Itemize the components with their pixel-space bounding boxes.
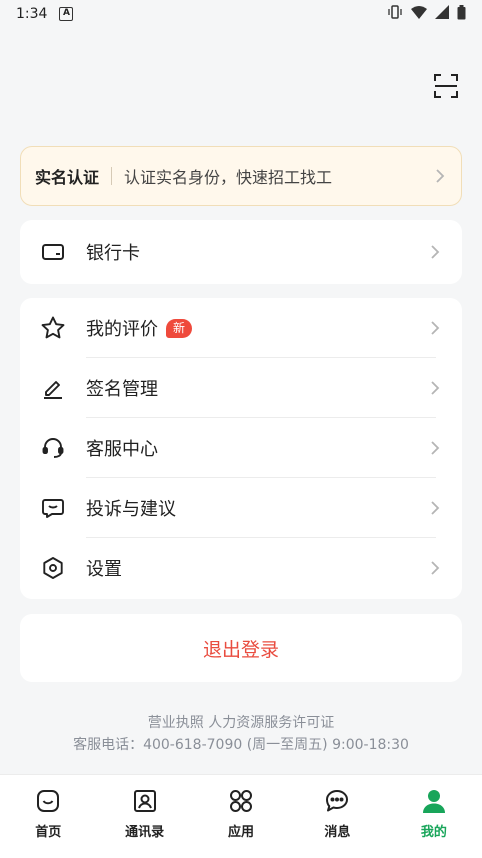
menu-item-label: 投诉与建议: [86, 499, 176, 520]
headset-icon: [40, 435, 66, 461]
menu-list: 我的评价 新 签名管理 客服中心 投诉与建议 设置: [20, 298, 462, 599]
chevron-right-icon: [428, 245, 442, 259]
tab-apps[interactable]: 应用: [193, 775, 289, 858]
vibrate-icon: [387, 5, 403, 23]
settings-hexagon-icon: [40, 555, 66, 581]
verify-description: 认证实名身份，快速招工找工: [124, 168, 333, 187]
new-badge: 新: [166, 318, 193, 338]
tab-contacts[interactable]: 通讯录: [96, 775, 192, 858]
menu-item-bank-card[interactable]: 银行卡: [20, 220, 462, 284]
contacts-icon: [131, 787, 159, 815]
tab-label: 消息: [324, 825, 351, 840]
chevron-right-icon: [428, 561, 442, 575]
status-time: 1:34: [16, 6, 48, 22]
wifi-icon: [411, 5, 427, 23]
tab-label: 首页: [35, 825, 62, 840]
menu-item-label: 我的评价: [86, 319, 158, 340]
battery-icon: [457, 4, 466, 24]
bottom-tab-bar: 首页 通讯录 应用 消息 我的: [0, 774, 482, 858]
wallet-icon: [40, 239, 66, 265]
scan-icon: [434, 74, 458, 98]
tab-label: 应用: [228, 825, 255, 840]
menu-item-label: 客服中心: [86, 439, 158, 460]
chevron-right-icon: [428, 501, 442, 515]
bank-card-section: 银行卡: [20, 220, 462, 284]
service-phone: 客服电话：400-618-7090 (周一至周五) 9:00-18:30: [73, 737, 409, 753]
tab-me[interactable]: 我的: [386, 775, 482, 858]
chevron-right-icon: [428, 441, 442, 455]
signal-icon: [435, 5, 449, 23]
logout-label: 退出登录: [202, 638, 279, 661]
tab-messages[interactable]: 消息: [289, 775, 385, 858]
menu-item-complaint[interactable]: 投诉与建议: [20, 478, 462, 538]
logout-button[interactable]: 退出登录: [20, 614, 462, 682]
menu-item-label: 设置: [86, 559, 122, 580]
chevron-right-icon: [428, 321, 442, 335]
menu-item-label: 银行卡: [86, 243, 140, 264]
star-icon: [40, 315, 66, 341]
apps-icon: [227, 787, 255, 815]
user-icon: [420, 787, 448, 815]
home-icon: [34, 787, 62, 815]
tab-label: 通讯录: [125, 825, 165, 840]
menu-item-label: 签名管理: [86, 379, 158, 400]
tab-home[interactable]: 首页: [0, 775, 96, 858]
chevron-right-icon: [433, 169, 447, 183]
menu-item-signature[interactable]: 签名管理: [20, 358, 462, 418]
menu-item-customer-service[interactable]: 客服中心: [20, 418, 462, 478]
verify-title: 实名认证: [35, 168, 100, 187]
verify-card[interactable]: 实名认证 认证实名身份，快速招工找工: [20, 146, 462, 206]
feedback-icon: [40, 495, 66, 521]
menu-item-settings[interactable]: 设置: [20, 538, 462, 598]
notification-icon: A: [59, 7, 74, 21]
scan-button[interactable]: [430, 70, 462, 102]
chevron-right-icon: [428, 381, 442, 395]
menu-item-reviews[interactable]: 我的评价 新: [20, 298, 462, 358]
verify-divider: [111, 167, 113, 185]
license-links[interactable]: 营业执照 人力资源服务许可证: [0, 712, 482, 732]
chat-bubble-icon: [323, 787, 351, 815]
status-bar: 1:34 A: [0, 0, 482, 28]
tab-label: 我的: [420, 825, 447, 840]
pen-icon: [40, 375, 66, 401]
